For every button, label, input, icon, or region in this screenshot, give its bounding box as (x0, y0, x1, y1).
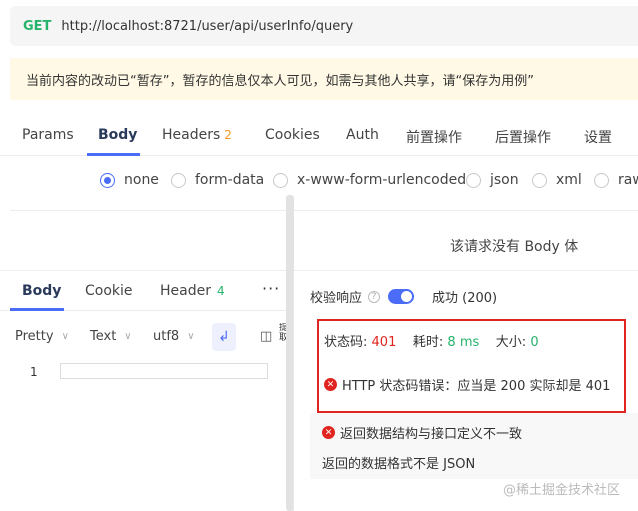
radio-xml-label: xml (556, 172, 582, 188)
request-url[interactable]: http://localhost:8721/user/api/userInfo/… (61, 19, 353, 34)
chevron-down-icon: ∨ (61, 331, 69, 342)
editor-line[interactable] (60, 363, 268, 379)
chevron-down-icon: ∨ (187, 331, 195, 342)
draft-notice-text: 当前内容的改动已“暂存”，暂存的信息仅本人可见，如需与其他人共享，请“保存为用例… (26, 73, 534, 89)
tab-auth[interactable]: Auth (346, 127, 379, 143)
radio-raw-label: raw (618, 172, 638, 188)
pretty-select-value: Pretty (15, 329, 54, 344)
validation-result-box: 状态码: 401 耗时: 8 ms 大小: 0 ✕ HTTP 状态码错误：应当是… (317, 319, 626, 413)
radio-json-label: json (490, 172, 519, 188)
response-header-count: 4 (216, 284, 225, 298)
radio-none-label: none (124, 172, 159, 188)
tab-cookies[interactable]: Cookies (265, 127, 320, 143)
http-status-error-text: HTTP 状态码错误：应当是 200 实际却是 401 (342, 379, 611, 394)
response-body-panel: Body Cookie Header 4 ··· Pretty ∨ Text ∨ ut… (0, 271, 293, 511)
validate-response-row: 校验响应 ? 成功 (200) (310, 287, 497, 306)
validate-status[interactable]: 成功 (200) (432, 287, 497, 306)
chevron-down-icon: ∨ (124, 331, 132, 342)
radio-icon (466, 172, 481, 188)
body-type-radios: none form-data x-www-form-urlencoded jso… (0, 168, 638, 196)
radio-urlencoded[interactable]: x-www-form-urlencoded (273, 172, 466, 188)
size-value: 0 (530, 335, 539, 350)
http-status-error: ✕ HTTP 状态码错误：应当是 200 实际却是 401 (324, 375, 610, 394)
radio-icon (532, 172, 547, 188)
tab-response-cookie[interactable]: Cookie (85, 283, 133, 299)
validation-panel: 校验响应 ? 成功 (200) 状态码: 401 耗时: 8 ms 大小: 0 … (294, 271, 638, 511)
http-method[interactable]: GET (23, 19, 51, 34)
tab-pre-ops[interactable]: 前置操作 (406, 127, 462, 147)
schema-error: ✕ 返回数据结构与接口定义不一致 (322, 423, 522, 442)
tab-body[interactable]: Body (98, 127, 137, 143)
copy-icon[interactable]: ◫ (260, 329, 272, 344)
help-icon[interactable]: ? (368, 290, 381, 303)
tab-response-header[interactable]: Header 4 (160, 283, 225, 299)
radio-icon (594, 172, 609, 188)
more-icon[interactable]: ··· (262, 279, 280, 298)
radio-checked-icon (100, 172, 115, 188)
status-code-value: 401 (371, 335, 397, 350)
watermark: @稀土掘金技术社区 (503, 483, 621, 498)
wrap-icon: ↲ (218, 329, 230, 345)
api-client-window: GET http://localhost:8721/user/api/userI… (0, 0, 638, 511)
error-icon: ✕ (324, 378, 337, 391)
time-label: 耗时: (412, 335, 444, 350)
charset-select-value: utf8 (153, 329, 180, 344)
response-stats: 状态码: 401 耗时: 8 ms 大小: 0 (324, 331, 539, 350)
line-number: 1 (30, 365, 38, 379)
tab-response-body[interactable]: Body (22, 283, 61, 299)
status-code-label: 状态码: (324, 335, 368, 350)
radio-xml[interactable]: xml (532, 172, 582, 188)
radio-json[interactable]: json (466, 172, 519, 188)
tab-headers[interactable]: Headers 2 (162, 127, 232, 143)
radio-raw[interactable]: raw (594, 172, 638, 188)
validate-toggle[interactable] (388, 289, 415, 304)
validate-label: 校验响应 (310, 291, 363, 306)
active-response-tab-indicator (10, 308, 64, 311)
radio-icon (171, 172, 186, 188)
time-value: 8 ms (447, 335, 480, 350)
tab-headers-label: Headers (162, 127, 221, 143)
size-label: 大小: (495, 335, 527, 350)
tab-params[interactable]: Params (22, 127, 74, 143)
response-editor[interactable]: 1 (10, 363, 270, 511)
pretty-select[interactable]: Pretty ∨ (15, 329, 69, 344)
schema-error-text: 返回数据结构与接口定义不一致 (340, 427, 523, 442)
active-tab-indicator (87, 153, 140, 156)
wrap-lines-button[interactable]: ↲ (212, 323, 236, 351)
tab-post-ops[interactable]: 后置操作 (495, 127, 551, 147)
error-icon: ✕ (322, 426, 335, 439)
request-tabs: Params Body Headers 2 Cookies Auth 前置操作 后… (0, 116, 638, 156)
charset-select[interactable]: utf8 ∨ (153, 329, 195, 344)
tab-settings[interactable]: 设置 (584, 127, 612, 147)
radio-none[interactable]: none (100, 172, 159, 188)
no-body-message: 该请求没有 Body 体 (450, 239, 579, 255)
radio-form-data[interactable]: form-data (171, 172, 264, 188)
text-select-value: Text (90, 329, 117, 344)
headers-count-badge: 2 (224, 128, 232, 142)
draft-notice: 当前内容的改动已“暂存”，暂存的信息仅本人可见，如需与其他人共享，请“保存为用例… (10, 58, 638, 100)
format-toolbar: Pretty ∨ Text ∨ utf8 ∨ ↲ ◫ (0, 323, 293, 355)
url-bar[interactable]: GET http://localhost:8721/user/api/userI… (10, 6, 638, 46)
radio-urlencoded-label: x-www-form-urlencoded (297, 172, 467, 188)
schema-error-detail: 返回的数据格式不是 JSON (322, 457, 476, 472)
response-tabs: Body Cookie Header 4 ··· (0, 271, 293, 311)
radio-form-data-label: form-data (195, 172, 265, 188)
tab-response-header-label: Header (160, 283, 211, 299)
text-select[interactable]: Text ∨ (90, 329, 132, 344)
radio-icon (273, 172, 288, 188)
